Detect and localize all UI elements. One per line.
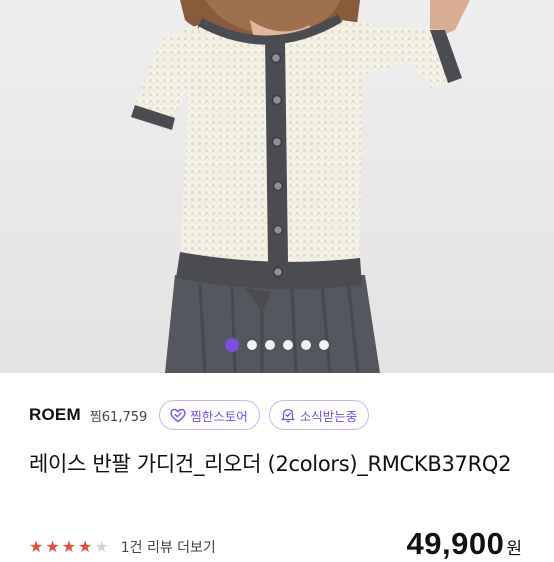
store-row: ROEM 찜61,759 찜한스토어 소식받는중 [29, 398, 370, 432]
zzim-store-button[interactable]: 찜한스토어 [159, 400, 260, 430]
star-filled-icon: ★ [45, 537, 60, 556]
price: 49,900 원 [407, 526, 522, 562]
rating-stars: ★ ★ ★ ★ ★ [29, 539, 109, 555]
gallery-dot[interactable] [283, 340, 293, 350]
gallery-dot[interactable] [301, 340, 311, 350]
review-more-link[interactable]: 1건 리뷰 더보기 [121, 537, 216, 557]
rating-row: ★ ★ ★ ★ ★ 1건 리뷰 더보기 [29, 532, 216, 562]
zzim-store-label: 찜한스토어 [190, 408, 248, 424]
price-value: 49,900 [406, 526, 505, 561]
star-empty-icon: ★ [94, 537, 109, 556]
product-image-gallery[interactable] [0, 0, 554, 373]
gallery-pagination [0, 338, 554, 352]
gallery-dot[interactable] [265, 340, 275, 350]
notify-label: 소식받는중 [299, 408, 358, 424]
bell-check-icon [280, 407, 296, 423]
gallery-dot[interactable] [319, 340, 329, 350]
store-name[interactable]: ROEM [29, 405, 81, 425]
price-unit: 원 [506, 539, 522, 559]
gallery-dot[interactable] [247, 340, 257, 350]
product-photo [0, 0, 554, 373]
notify-button[interactable]: 소식받는중 [268, 400, 370, 430]
gallery-dot-active[interactable] [225, 338, 239, 352]
star-filled-icon: ★ [29, 537, 44, 556]
store-zzim-count: 찜61,759 [89, 409, 148, 425]
star-filled-icon: ★ [61, 537, 77, 556]
star-filled-icon: ★ [78, 537, 93, 556]
product-title: 레이스 반팔 가디건_리오더 (2colors)_RMCKB37RQ2 [29, 452, 512, 476]
heart-check-icon [170, 408, 186, 423]
